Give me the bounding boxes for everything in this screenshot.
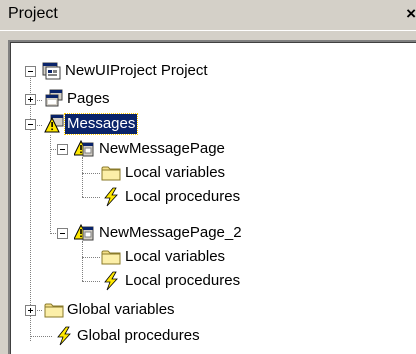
tree-node-message-page-2[interactable]: NewMessagePage_2 [97,223,244,243]
tree-connector [30,76,31,341]
messages-collapse-toggle[interactable] [25,119,36,130]
root-collapse-toggle[interactable] [25,66,36,77]
tree-connector [82,197,100,198]
message-page-icon [74,223,94,241]
pages-icon [45,89,63,107]
folder-icon [101,166,121,181]
pages-expand-toggle[interactable] [25,94,36,105]
message-page-collapse-toggle[interactable] [57,144,68,155]
message-page-icon [74,139,94,157]
tree-node-local-variables[interactable]: Local variables [123,247,227,267]
tree-node-project[interactable]: NewUIProject Project [63,61,210,81]
folder-icon [44,303,64,318]
folder-icon [101,250,121,265]
tree-connector [82,173,100,174]
tree-node-local-procedures[interactable]: Local procedures [123,271,242,291]
tree-node-pages[interactable]: Pages [65,89,112,109]
lightning-icon [104,187,118,207]
tree-node-message-page[interactable]: NewMessagePage [97,139,227,159]
tree-connector [30,336,52,337]
global-variables-expand-toggle[interactable] [25,305,36,316]
tree-connector [82,281,100,282]
tree-connector [82,241,83,281]
tree-viewport: NewUIProject Project Pages Messages NewM… [10,42,416,354]
tree-node-global-variables[interactable]: Global variables [65,300,177,320]
tree-node-local-variables[interactable]: Local variables [123,163,227,183]
tree-connector [82,257,100,258]
panel-title: Project [8,5,58,22]
message-page-2-collapse-toggle[interactable] [57,228,68,239]
tree-node-local-procedures[interactable]: Local procedures [123,187,242,207]
messages-warning-icon [44,114,64,133]
lightning-icon [57,326,71,346]
project-icon [42,62,61,80]
tree-connector [82,157,83,197]
panel-titlebar: Project × [0,0,416,31]
project-tree[interactable]: NewUIProject Project Pages Messages NewM… [8,40,416,354]
tree-node-global-procedures[interactable]: Global procedures [75,326,202,346]
tree-node-messages[interactable]: Messages [63,113,139,135]
close-icon[interactable]: × [406,4,416,24]
lightning-icon [104,271,118,291]
